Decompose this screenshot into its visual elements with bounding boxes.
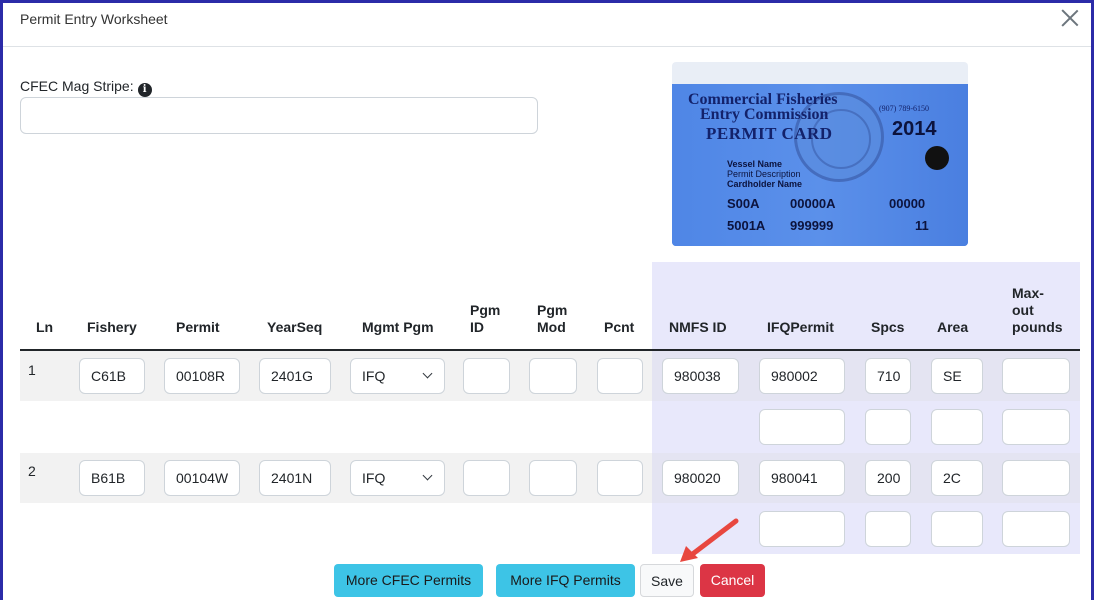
row-1-mgmt-select[interactable]: IFQ [350,358,445,394]
row-2-mgmt-select[interactable]: IFQ [350,460,445,496]
header-nmfs-id: NMFS ID [669,319,727,335]
row-1-yearseq-input[interactable]: 2401G [259,358,331,394]
row-1-mgmt-value: IFQ [362,368,386,384]
close-icon[interactable] [1059,7,1081,29]
row-2b-area-input[interactable] [931,511,983,547]
row-1-area-input[interactable]: SE [931,358,983,394]
card-r2c: 11 [915,218,929,233]
row-1b-max-input[interactable] [1002,409,1070,445]
mag-stripe-input[interactable] [20,97,538,134]
header-mgmt-pgm: Mgmt Pgm [362,319,434,335]
dialog-header: Permit Entry Worksheet [3,3,1091,47]
card-year: 2014 [892,118,937,140]
row-2-ln: 2 [28,463,36,479]
row-1-pgm-id-input[interactable] [463,358,510,394]
row-1-pcnt-input[interactable] [597,358,643,394]
mag-stripe-label-text: CFEC Mag Stripe: [20,78,134,94]
row-2-pgm-mod-input[interactable] [529,460,577,496]
card-r2a: 5001A [727,218,766,233]
row-1b-area-input[interactable] [931,409,983,445]
row-2b-max-input[interactable] [1002,511,1070,547]
card-phone: (907) 789-6150 [879,104,929,113]
header-max-1: Max- [1012,285,1044,301]
header-ifq-permit: IFQPermit [767,319,834,335]
row-2-permit-input[interactable]: 00104W [164,460,240,496]
row-2-nmfs-input[interactable]: 980020 [662,460,739,496]
row-1-ifq-input[interactable]: 980002 [759,358,845,394]
row-1b-spcs-input[interactable] [865,409,911,445]
row-1-nmfs-input[interactable]: 980038 [662,358,739,394]
row-1-max-input[interactable] [1002,358,1070,394]
chevron-down-icon [422,470,433,481]
row-1-permit-input[interactable]: 00108R [164,358,240,394]
row-1-pgm-mod-input[interactable] [529,358,577,394]
card-dot [925,146,949,170]
header-yearseq: YearSeq [267,319,323,335]
save-button[interactable]: Save [640,564,694,597]
card-cardholder: Cardholder Name [727,179,803,189]
dialog-title: Permit Entry Worksheet [20,11,168,27]
header-max-2: out [1012,302,1034,318]
row-2-pgm-id-input[interactable] [463,460,510,496]
arrow-annotation-icon [680,518,739,562]
card-line3: PERMIT CARD [706,124,833,143]
chevron-down-icon [422,368,433,379]
row-2b-ifq-input[interactable] [759,511,845,547]
header-spcs: Spcs [871,319,905,335]
row-2-mgmt-value: IFQ [362,470,386,486]
row-2b-spcs-input[interactable] [865,511,911,547]
row-2-ifq-input[interactable]: 980041 [759,460,845,496]
row-2-spcs-input[interactable]: 200 [865,460,911,496]
card-vessel: Vessel Name [727,159,783,169]
more-cfec-permits-button[interactable]: More CFEC Permits [334,564,483,597]
header-ln: Ln [36,319,54,335]
row-1-spcs-input[interactable]: 710 [865,358,911,394]
more-ifq-permits-button[interactable]: More IFQ Permits [496,564,635,597]
mag-stripe-label: CFEC Mag Stripe: i [20,78,152,97]
row-1-fishery-input[interactable]: C61B [79,358,145,394]
header-pgm-mod-2: Mod [537,319,566,335]
info-icon[interactable]: i [137,83,152,97]
permit-card-image: Commercial Fisheries Entry Commission PE… [672,62,968,246]
cancel-button[interactable]: Cancel [700,564,765,597]
card-line2: Entry Commission [700,106,829,123]
row-2-yearseq-input[interactable]: 2401N [259,460,331,496]
header-max-3: pounds [1012,319,1063,335]
card-r1b: 00000A [790,196,836,211]
row-2-fishery-input[interactable]: B61B [79,460,145,496]
row-1-ln: 1 [28,362,36,378]
header-pcnt: Pcnt [604,319,635,335]
row-2-pcnt-input[interactable] [597,460,643,496]
card-r2b: 999999 [790,218,834,233]
header-fishery: Fishery [87,319,137,335]
header-pgm-mod-1: Pgm [537,302,568,318]
header-permit: Permit [176,319,220,335]
card-line1: Commercial Fisheries [688,91,838,108]
header-divider [20,349,1080,351]
row-1b-ifq-input[interactable] [759,409,845,445]
card-permit-desc: Permit Description [727,169,801,179]
header-area: Area [937,319,969,335]
header-pgm-id-1: Pgm [470,302,501,318]
row-2-area-input[interactable]: 2C [931,460,983,496]
row-2-max-input[interactable] [1002,460,1070,496]
card-r1c: 00000 [889,196,926,211]
card-r1a: S00A [727,196,760,211]
header-pgm-id-2: ID [470,319,484,335]
